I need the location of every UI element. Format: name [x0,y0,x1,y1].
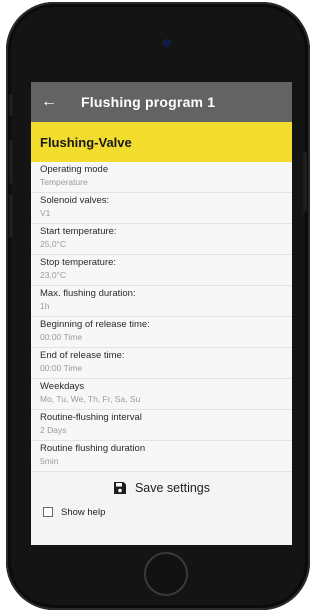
settings-list: Operating mode Temperature Solenoid valv… [31,162,292,472]
setting-row-stop-temperature[interactable]: Stop temperature: 23,0°C [31,255,292,286]
back-button[interactable]: ← [31,82,67,122]
save-settings-label: Save settings [134,481,211,495]
setting-row-operating-mode[interactable]: Operating mode Temperature [31,162,292,193]
power-button [303,152,307,212]
setting-row-solenoid-valves[interactable]: Solenoid valves: V1 [31,193,292,224]
show-help-label: Show help [61,506,106,518]
volume-up-button [9,140,13,184]
setting-row-max-flushing-duration[interactable]: Max. flushing duration: 1h [31,286,292,317]
setting-row-routine-duration[interactable]: Routine flushing duration 5min [31,441,292,472]
setting-label: Solenoid valves: [40,195,110,206]
setting-row-routine-interval[interactable]: Routine-flushing interval 2 Days [31,410,292,441]
setting-row-weekdays[interactable]: Weekdays Mo, Tu, We, Th, Fr, Sa, Su [31,379,292,410]
arrow-left-icon: ← [41,93,57,110]
section-header: Flushing-Valve [31,122,292,162]
setting-value: 5min [40,456,59,466]
setting-label: Operating mode [40,164,109,175]
setting-row-release-end[interactable]: End of release time: 00:00 Time [31,348,292,379]
save-settings-button[interactable]: Save settings [31,475,292,501]
setting-label: Routine-flushing interval [40,412,142,423]
setting-label: Routine flushing duration [40,443,146,454]
setting-label: Max. flushing duration: [40,288,136,299]
setting-value: 25,0°C [40,239,67,249]
volume-down-button [9,194,13,238]
page-title: Flushing program 1 [81,94,216,110]
home-button[interactable] [144,552,188,596]
setting-value: Mo, Tu, We, Th, Fr, Sa, Su [40,394,141,404]
setting-row-release-begin[interactable]: Beginning of release time: 00:00 Time [31,317,292,348]
setting-label: End of release time: [40,350,125,361]
setting-label: Start temperature: [40,226,117,237]
setting-value: 23,0°C [40,270,67,280]
setting-value: 2 Days [40,425,67,435]
mute-switch [9,94,13,116]
setting-value: V1 [40,208,51,218]
show-help-checkbox[interactable] [43,507,53,517]
floppy-disk-icon [113,482,126,494]
setting-label: Beginning of release time: [40,319,150,330]
setting-row-start-temperature[interactable]: Start temperature: 25,0°C [31,224,292,255]
show-help-toggle[interactable]: Show help [31,501,292,523]
setting-value: Temperature [40,177,88,187]
app-screen: ← Flushing program 1 Flushing-Valve Oper… [31,82,292,545]
setting-value: 00:00 Time [40,332,83,342]
app-bar: ← Flushing program 1 [31,82,292,122]
setting-value: 1h [40,301,50,311]
setting-label: Weekdays [40,381,85,392]
setting-label: Stop temperature: [40,257,117,268]
front-camera [164,40,170,46]
setting-value: 00:00 Time [40,363,83,373]
